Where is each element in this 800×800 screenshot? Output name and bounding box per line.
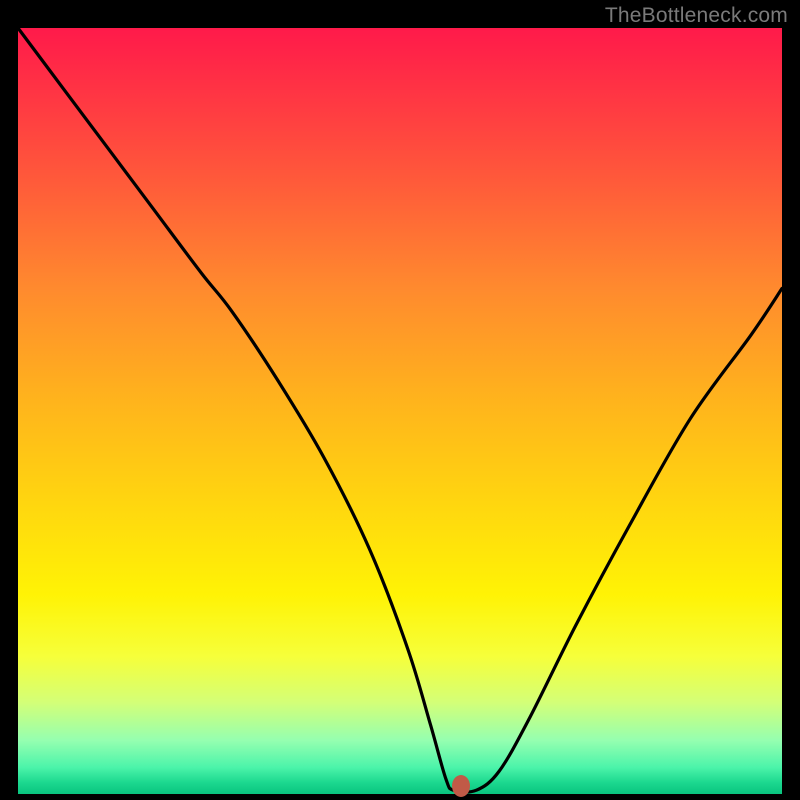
bottleneck-curve — [18, 28, 782, 794]
optimal-point-marker — [452, 775, 470, 797]
curve-path — [18, 28, 782, 792]
chart-frame — [18, 28, 782, 794]
watermark-text: TheBottleneck.com — [605, 4, 788, 28]
